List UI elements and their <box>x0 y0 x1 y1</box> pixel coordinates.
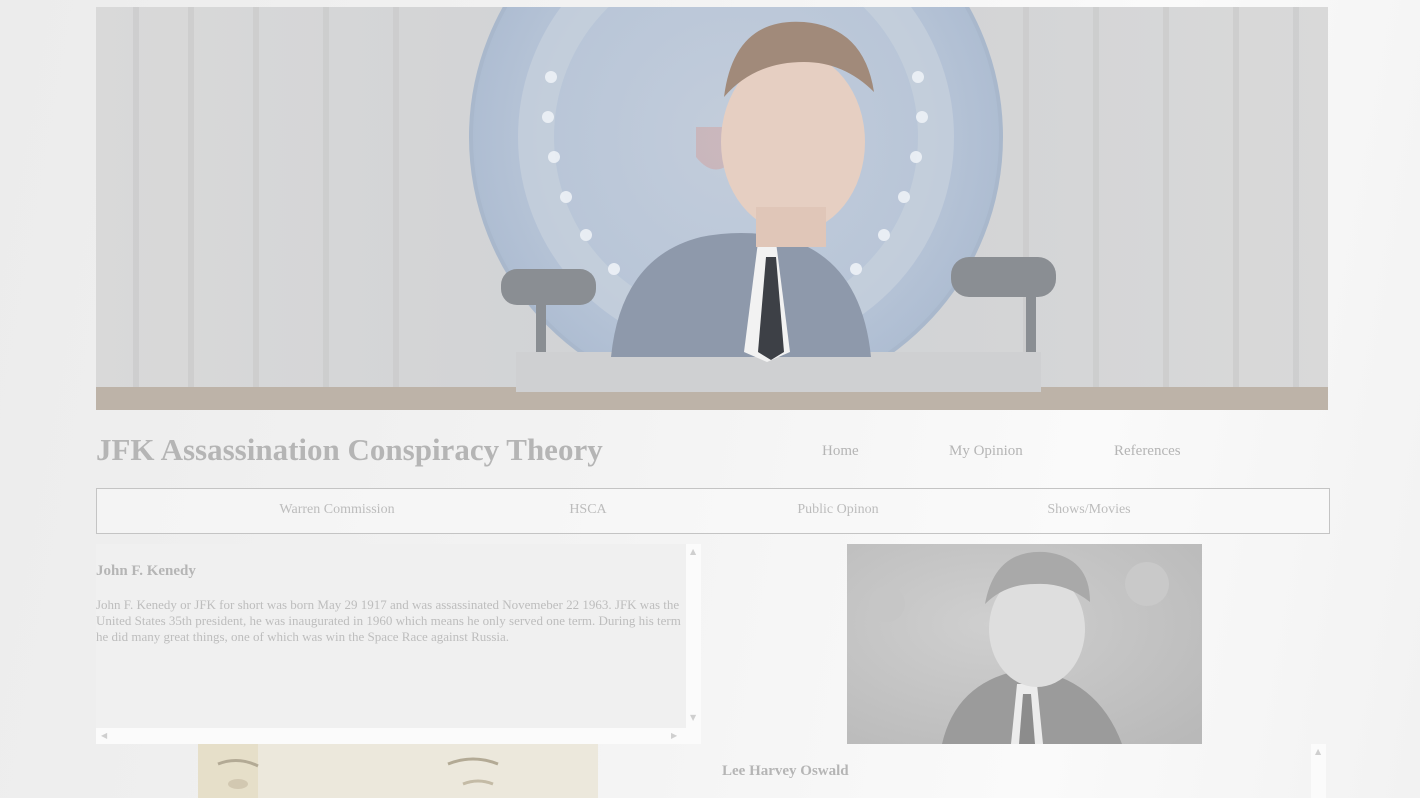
nav-link-home[interactable]: Home <box>822 443 859 460</box>
sub-nav-link-hsca[interactable]: HSCA <box>569 502 606 518</box>
sub-nav: Warren Commission HSCA Public Opinon Sho… <box>96 488 1330 534</box>
sub-nav-link-shows-movies[interactable]: Shows/Movies <box>1047 502 1130 518</box>
sub-nav-link-warren-commission[interactable]: Warren Commission <box>279 502 394 518</box>
section-body-jfk: John F. Kenedy or JFK for short was born… <box>96 597 681 644</box>
scroll-down-arrow-icon[interactable]: ▼ <box>690 714 696 722</box>
scroll-up-arrow-icon[interactable]: ▲ <box>690 548 696 556</box>
oswald-photo-image <box>198 744 598 798</box>
section-heading-jfk: John F. Kenedy <box>96 563 196 579</box>
top-nav: Home My Opinion References <box>800 443 1220 463</box>
scroll-up-arrow-icon[interactable]: ▲ <box>1315 748 1321 756</box>
jfk-portrait-image <box>847 544 1202 744</box>
vertical-scrollbar[interactable]: ▲ <box>1311 744 1326 798</box>
section-heading-oswald: Lee Harvey Oswald <box>722 763 849 779</box>
nav-link-references[interactable]: References <box>1114 443 1181 460</box>
scroll-left-arrow-icon[interactable]: ◀ <box>101 732 107 740</box>
vertical-scrollbar[interactable]: ▲ ▼ <box>686 544 701 728</box>
nav-link-my-opinion[interactable]: My Opinion <box>949 443 1023 460</box>
hero-banner-image <box>96 7 1328 410</box>
sub-nav-link-public-opinion[interactable]: Public Opinon <box>797 502 878 518</box>
scroll-right-arrow-icon[interactable]: ▶ <box>671 732 677 740</box>
site-title: JFK Assassination Conspiracy Theory <box>96 432 603 467</box>
jfk-text-panel[interactable]: John F. Kenedy John F. Kenedy or JFK for… <box>96 544 701 744</box>
oswald-text-panel[interactable]: Lee Harvey Oswald ▲ <box>722 744 1326 798</box>
horizontal-scrollbar[interactable]: ◀ ▶ <box>96 728 701 744</box>
page: JFK Assassination Conspiracy Theory Home… <box>0 0 1420 798</box>
